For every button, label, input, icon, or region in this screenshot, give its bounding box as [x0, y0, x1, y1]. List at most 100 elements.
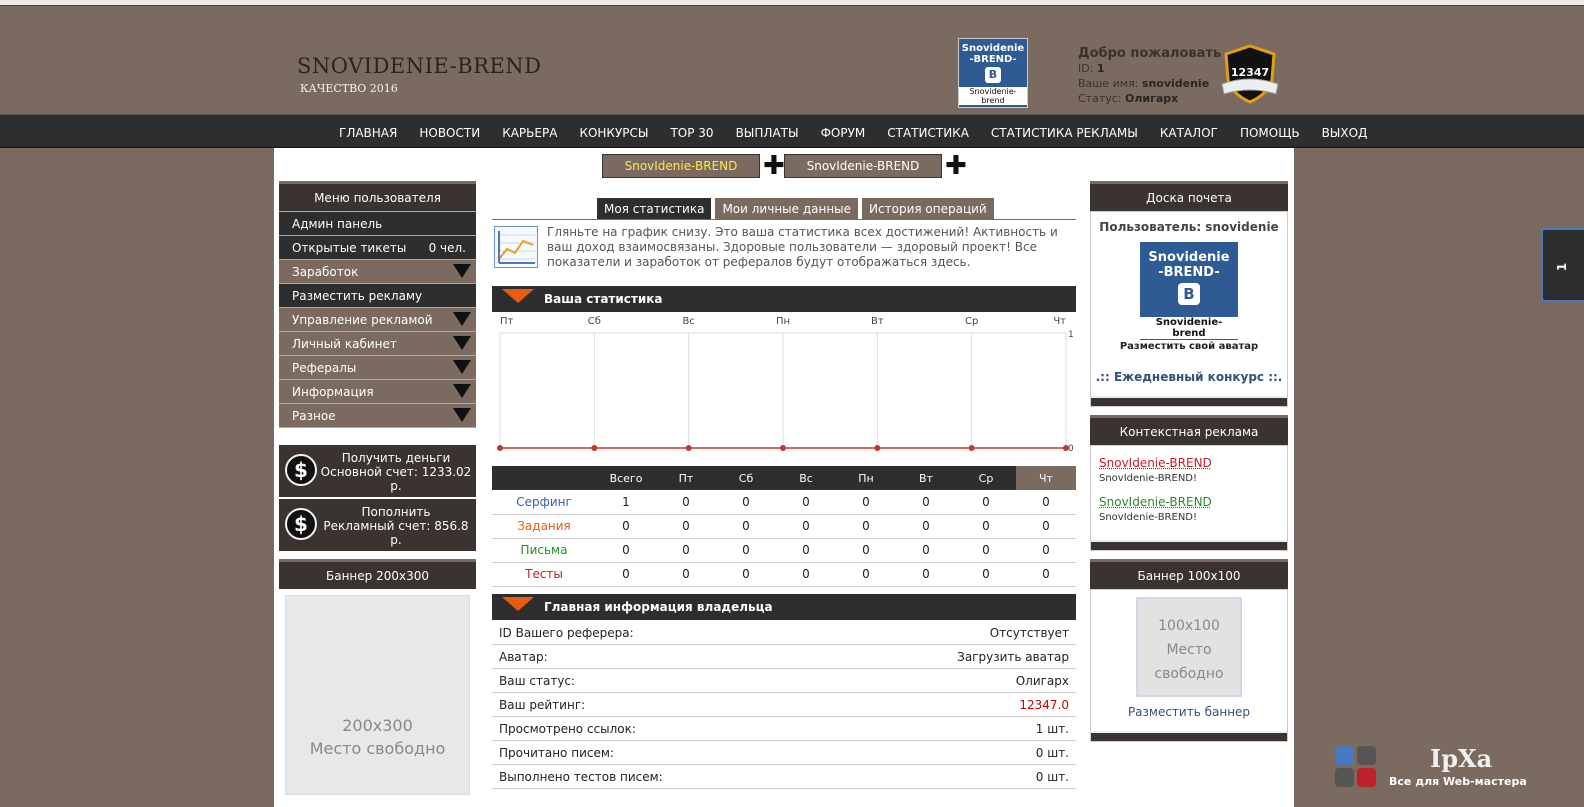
stats-cell: 0	[956, 562, 1016, 587]
chart-x-tick: Чт	[1053, 316, 1066, 327]
user-menu-label: Разместить рекламу	[292, 289, 423, 303]
plus-icon-left[interactable]: ✚	[763, 153, 785, 179]
banner-100-title: Баннер 100x100	[1090, 559, 1288, 589]
user-menu-label: Админ панель	[292, 217, 383, 231]
stats-header-cell: Всего	[596, 466, 656, 490]
context-ad-link[interactable]: SnovIdenie-BREND	[1099, 456, 1279, 471]
honor-av-text-2: -BREND-	[1158, 265, 1220, 280]
chart-point[interactable]	[497, 445, 503, 451]
user-menu-item[interactable]: Управление рекламой	[279, 307, 476, 331]
topup-button[interactable]: $ Пополнить Рекламный счет: 856.8 р.	[279, 499, 476, 551]
rating-shield-icon: 12347	[1218, 44, 1282, 106]
user-menu-label: Личный кабинет	[292, 337, 397, 351]
nav-item[interactable]: КОНКУРСЫ	[568, 115, 659, 149]
tab[interactable]: Мои личные данные	[715, 198, 859, 220]
topup-label: Пополнить	[361, 505, 431, 519]
name-value: snovidenie	[1141, 77, 1210, 90]
stats-header-cell	[492, 466, 596, 490]
stats-cell: 0	[716, 490, 776, 515]
chart-point[interactable]	[685, 445, 692, 451]
owner-info-row: ID Вашего реферера: Отсутствует	[492, 621, 1076, 645]
stats-cell: 0	[956, 514, 1016, 539]
owner-info-value[interactable]: Загрузить аватар	[957, 645, 1069, 669]
stats-cell: 0	[836, 490, 896, 515]
banner-200-placeholder[interactable]: 200x300 Место свободно	[285, 595, 470, 795]
chart-point[interactable]	[968, 445, 975, 451]
stats-cell: 0	[956, 490, 1016, 515]
daily-contest-link[interactable]: .:: Ежедневный конкурс ::.	[1091, 370, 1287, 384]
user-menu-label: Заработок	[292, 265, 359, 279]
owner-info-label: Ваш статус:	[499, 674, 576, 688]
stats-cell: 0	[596, 538, 656, 563]
nav-item[interactable]: TOP 30	[659, 115, 724, 149]
user-avatar[interactable]: Snovidenie -BREND- B Snovidenie-brend	[958, 38, 1028, 108]
chart-point[interactable]	[780, 445, 786, 451]
user-menu: Админ панель Открытые тикеты 0 чел. Заработ…	[279, 211, 476, 427]
nav-item[interactable]: СТАТИСТИКА РЕКЛАМЫ	[980, 115, 1149, 149]
user-menu-item[interactable]: Информация	[279, 379, 476, 403]
chart-point[interactable]	[1063, 445, 1069, 451]
user-menu-item[interactable]: Рефералы	[279, 355, 476, 379]
expand-triangle-icon[interactable]	[453, 384, 471, 398]
site-title[interactable]: SNOVIDENIE-BREND	[297, 54, 542, 78]
nav-item[interactable]: ПОМОЩЬ	[1229, 115, 1311, 149]
expand-triangle-icon[interactable]	[453, 408, 471, 422]
table-row: Тесты 0 0 0 0 0 0 0 0	[492, 562, 1076, 587]
owner-info-value: 1 шт.	[1035, 722, 1069, 736]
stats-cell: 0	[716, 514, 776, 539]
stats-row-label: Тесты	[492, 562, 596, 587]
user-menu-item[interactable]: Заработок	[279, 259, 476, 283]
dollar-coin-icon: $	[285, 454, 317, 486]
left-sidebar: Меню пользователя Админ панель Открытые т…	[279, 181, 476, 795]
owner-info: ID Вашего реферера: Отсутствует Аватар: Заг…	[492, 621, 1076, 789]
chart-x-tick: Ср	[965, 316, 978, 327]
owner-info-value: 0 шт.	[1035, 770, 1069, 784]
place-banner-link[interactable]: Разместить баннер	[1091, 705, 1287, 719]
chart-point[interactable]	[591, 445, 598, 451]
nav-item[interactable]: ФОРУМ	[810, 115, 877, 149]
stats-chart: Пт Сб Вс Пн Вт Ср Чт10	[497, 316, 1074, 452]
honor-avatar[interactable]: Snovidenie -BREND- B Snovidenie-brend	[1140, 242, 1238, 340]
nav-item[interactable]: КАРЬЕРА	[491, 115, 568, 149]
user-menu-item[interactable]: Разное	[279, 403, 476, 427]
get-money-button[interactable]: $ Получить деньги Основной счет: 1233.02…	[279, 445, 476, 497]
banner-100-placeholder[interactable]: 100x100 Место свободно	[1136, 597, 1242, 697]
expand-triangle-icon[interactable]	[453, 336, 471, 350]
stats-cell: 0	[776, 514, 836, 539]
nav-item[interactable]: ГЛАВНАЯ	[328, 115, 408, 149]
expand-triangle-icon[interactable]	[453, 264, 471, 278]
user-menu-item[interactable]: Разместить рекламу	[279, 283, 476, 307]
name-label: Ваше имя:	[1078, 77, 1139, 90]
stats-cell: 0	[596, 514, 656, 539]
nav-item[interactable]: ВЫПЛАТЫ	[725, 115, 810, 149]
user-menu-label: Открытые тикеты	[292, 241, 407, 255]
user-menu-item[interactable]: Админ панель	[279, 211, 476, 235]
chart-point[interactable]	[874, 445, 881, 451]
promo-button-right[interactable]: SnovIdenie-BREND	[784, 154, 942, 178]
stats-cell: 0	[716, 538, 776, 563]
expand-triangle-icon[interactable]	[453, 312, 471, 326]
dollar-coin-icon: $	[285, 508, 317, 540]
nav-item[interactable]: ВЫХОД	[1311, 115, 1379, 149]
stats-row-label: Письма	[492, 538, 596, 563]
user-menu-item[interactable]: Открытые тикеты 0 чел.	[279, 235, 476, 259]
side-tab-button[interactable]: 1	[1541, 228, 1584, 302]
nav-item[interactable]: СТАТИСТИКА	[876, 115, 980, 149]
nav-item[interactable]: НОВОСТИ	[408, 115, 491, 149]
tab[interactable]: Моя статистика	[597, 198, 712, 220]
logo-square-icon	[1357, 746, 1376, 765]
stats-cell: 0	[1016, 562, 1076, 587]
promo-button-left[interactable]: SnovIdenie-BREND	[602, 154, 760, 178]
plus-icon-right[interactable]: ✚	[945, 153, 967, 179]
watermark-title: IpXa	[1430, 744, 1493, 773]
expand-triangle-icon[interactable]	[453, 360, 471, 374]
banner-200-title: Баннер 200x300	[279, 559, 476, 589]
tab[interactable]: История операций	[862, 198, 994, 220]
honor-av-text-3: Snovidenie-brend	[1140, 317, 1238, 339]
stats-cell: 0	[776, 562, 836, 587]
place-avatar-link[interactable]: Разместить свой аватар	[1091, 341, 1287, 352]
nav-item[interactable]: КАТАЛОГ	[1149, 115, 1229, 149]
user-menu-item[interactable]: Личный кабинет	[279, 331, 476, 355]
site-header: SNOVIDENIE-BREND КАЧЕСТВО 2016 Snovideni…	[0, 6, 1584, 114]
context-ad-link[interactable]: SnovIdenie-BREND	[1099, 495, 1279, 510]
